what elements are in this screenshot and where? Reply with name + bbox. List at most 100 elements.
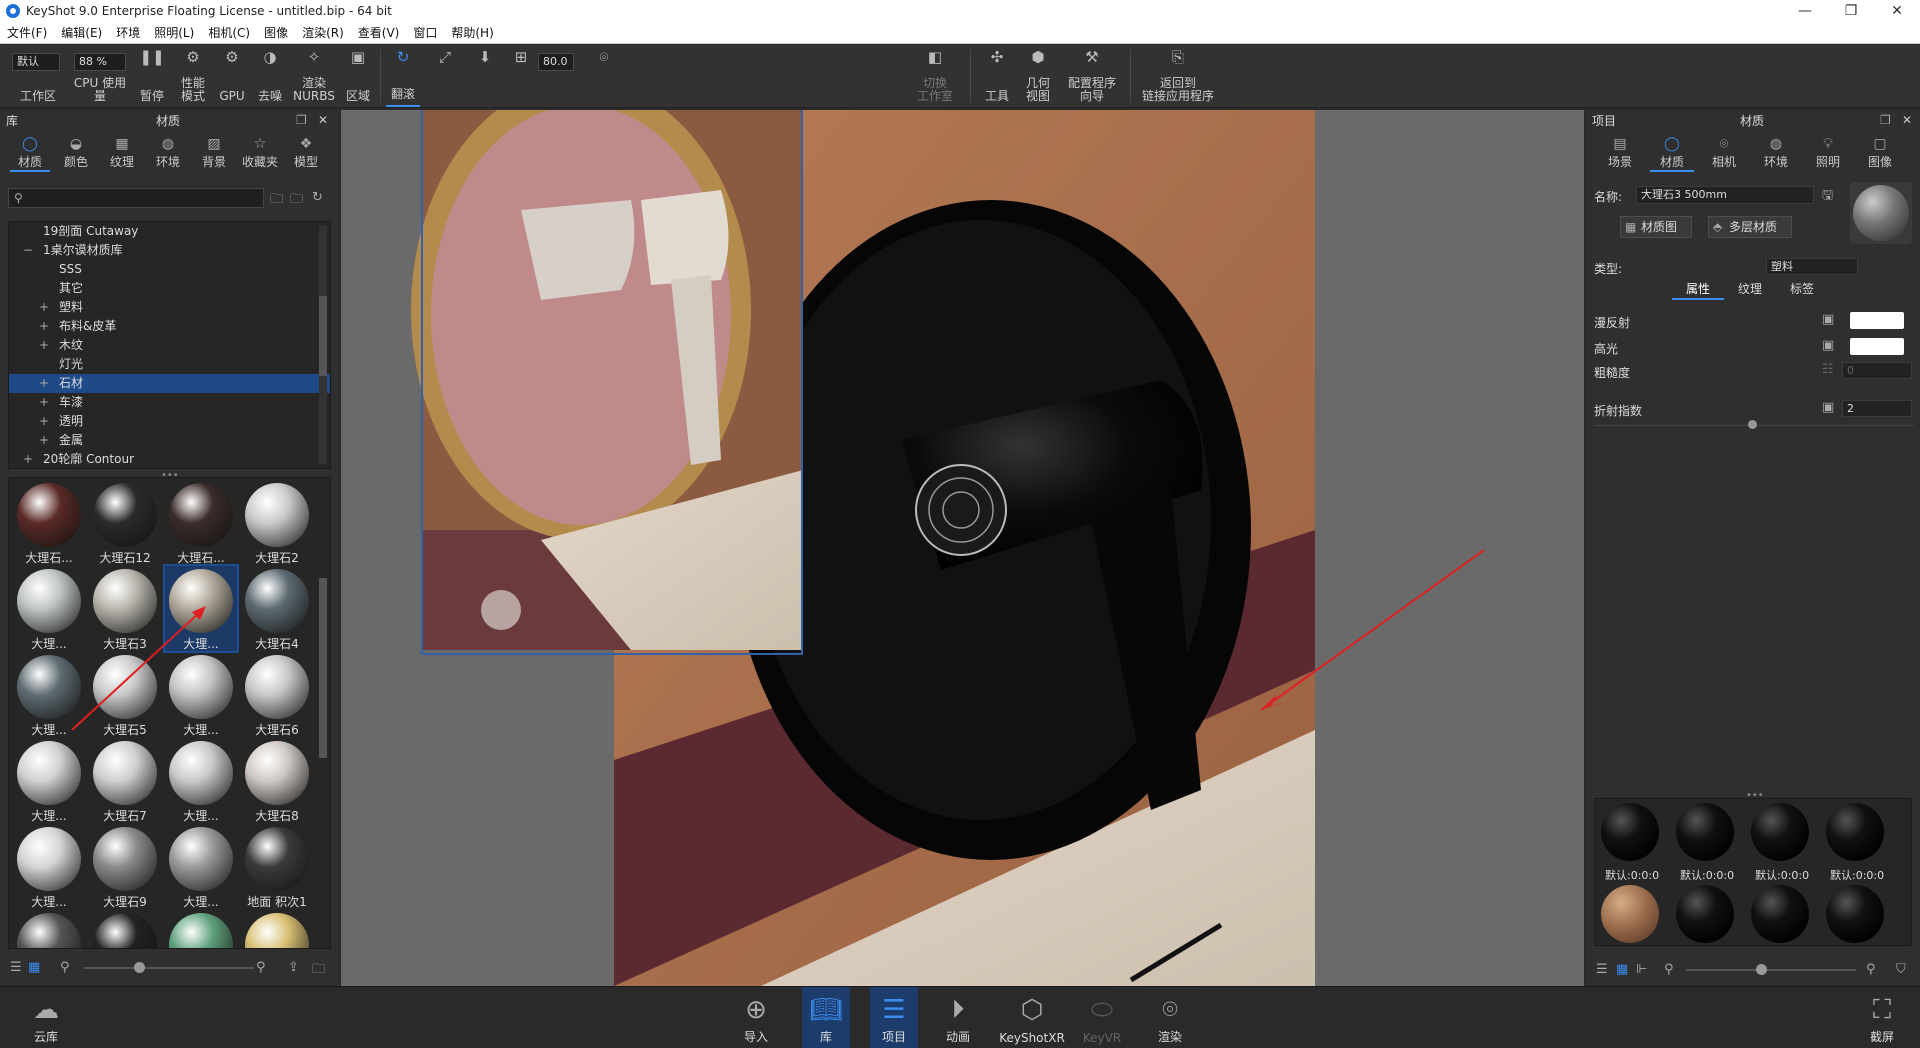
texture-map-icon[interactable]: ▣ bbox=[1822, 338, 1834, 353]
slider-settings-icon[interactable]: ☷ bbox=[1822, 362, 1834, 377]
render-viewport[interactable] bbox=[341, 110, 1584, 986]
tree-item[interactable]: + 布料&皮革 bbox=[9, 317, 330, 336]
material-thumbnail[interactable]: 大理... bbox=[13, 738, 85, 823]
material-thumbnail[interactable] bbox=[89, 910, 161, 948]
tree-item[interactable]: + 木纹 bbox=[9, 336, 330, 355]
material-ball[interactable] bbox=[1751, 885, 1809, 943]
fit-button[interactable]: ⤢ bbox=[428, 45, 462, 107]
gpu-button[interactable]: ⚙ GPU bbox=[216, 45, 248, 107]
dolly-button[interactable]: ⬇ bbox=[468, 45, 502, 107]
tab-camera[interactable]: ⌾ 相机 bbox=[1702, 136, 1746, 172]
render-nurbs-button[interactable]: ✧ 渲染 NURBS bbox=[292, 45, 336, 107]
keyshotxr-button[interactable]: ⬡ KeyShotXR bbox=[999, 987, 1065, 1048]
material-thumbnail[interactable]: 大理石7 bbox=[89, 738, 161, 823]
cpu-usage-button[interactable]: CPU 使用量 bbox=[68, 45, 132, 107]
tree-item[interactable]: +20轮廓 Contour bbox=[9, 450, 330, 468]
render-button[interactable]: ⌾ 渲染 bbox=[1152, 987, 1188, 1048]
menu-window[interactable]: 窗口 bbox=[406, 24, 444, 41]
material-ball[interactable] bbox=[1601, 803, 1659, 861]
add-folder-icon[interactable]: 🗀 bbox=[290, 190, 303, 212]
config-wizard-button[interactable]: ⚒ 配置程序 向导 bbox=[1064, 45, 1120, 107]
pause-button[interactable]: ❚❚ 暂停 bbox=[136, 45, 168, 107]
material-thumbnail[interactable]: 大理石8 bbox=[241, 738, 313, 823]
zoom-out-icon[interactable]: ⚲ bbox=[1664, 962, 1674, 977]
thumbs-scrollbar[interactable] bbox=[319, 578, 327, 758]
material-thumbnail[interactable]: 大理石9 bbox=[89, 824, 161, 909]
screenshot-button[interactable]: ⛶ 截屏 bbox=[1862, 987, 1902, 1048]
performance-mode-button[interactable]: ⚙ 性能 模式 bbox=[176, 45, 210, 107]
import-folder-icon[interactable]: 🗀 bbox=[312, 960, 325, 982]
material-ball[interactable] bbox=[1601, 885, 1659, 943]
list-view-icon[interactable]: ☰ bbox=[10, 960, 22, 975]
menu-edit[interactable]: 编辑(E) bbox=[54, 24, 109, 41]
material-thumbnail[interactable] bbox=[165, 910, 237, 948]
keyvr-button[interactable]: ⬭ KeyVR bbox=[1083, 987, 1121, 1048]
tools-button[interactable]: ✣ 工具 bbox=[980, 45, 1014, 107]
animation-button[interactable]: ⏵ 动画 bbox=[940, 987, 976, 1048]
region-button[interactable]: ▣ 区域 bbox=[342, 45, 374, 107]
tree-item[interactable]: + 塑料 bbox=[9, 298, 330, 317]
material-thumbnail[interactable]: 大理石12 bbox=[89, 480, 161, 565]
fov-icon-button[interactable]: ⊞ bbox=[510, 45, 532, 107]
zoom-in-icon[interactable]: ⚲ bbox=[256, 960, 266, 975]
return-link-button[interactable]: ⎘ 返回到 链接应用程序 bbox=[1140, 45, 1216, 107]
tree-item[interactable]: 其它 bbox=[9, 279, 330, 298]
undock-icon[interactable]: ❐ bbox=[1880, 113, 1891, 127]
diffuse-color-swatch[interactable] bbox=[1850, 312, 1904, 329]
tab-favorites[interactable]: ☆ 收藏夹 bbox=[240, 136, 280, 172]
material-ball[interactable] bbox=[1676, 885, 1734, 943]
menu-camera[interactable]: 相机(C) bbox=[201, 24, 257, 41]
material-thumbnail[interactable]: 大理石4 bbox=[241, 566, 313, 651]
menu-environment[interactable]: 环境 bbox=[109, 24, 147, 41]
project-button[interactable]: ☰ 项目 bbox=[870, 987, 918, 1048]
tab-materials[interactable]: ◯ 材质 bbox=[10, 136, 50, 172]
subtab-labels[interactable]: 标签 bbox=[1776, 280, 1828, 300]
tab-image[interactable]: ▢ 图像 bbox=[1858, 136, 1902, 172]
upload-icon[interactable]: ⇪ bbox=[288, 960, 299, 975]
geometry-view-button[interactable]: ⬢ 几何 视图 bbox=[1020, 45, 1056, 107]
material-thumbnail[interactable]: 大理石6 bbox=[241, 652, 313, 737]
material-thumbnail[interactable]: 大理... bbox=[165, 824, 237, 909]
tree-item[interactable]: + 石材 bbox=[9, 374, 330, 393]
menu-file[interactable]: 文件(F) bbox=[0, 24, 54, 41]
menu-help[interactable]: 帮助(H) bbox=[444, 24, 500, 41]
menu-lighting[interactable]: 照明(L) bbox=[147, 24, 201, 41]
subtab-textures[interactable]: 纹理 bbox=[1724, 280, 1776, 300]
tree-item[interactable]: −1桌尔谟材质库 bbox=[9, 241, 330, 260]
tab-environments[interactable]: ◍ 环境 bbox=[148, 136, 188, 172]
thumb-size-slider[interactable] bbox=[84, 967, 254, 969]
material-thumbnail[interactable] bbox=[13, 910, 85, 948]
refresh-icon[interactable]: ↻ bbox=[312, 190, 323, 205]
tab-backgrounds[interactable]: ▨ 背景 bbox=[194, 136, 234, 172]
material-thumbnail[interactable]: 地面 积次1 bbox=[241, 824, 313, 909]
material-thumbnail[interactable]: 大理石... bbox=[13, 480, 85, 565]
import-button[interactable]: ⊕ 导入 bbox=[738, 987, 774, 1048]
material-name-field[interactable]: 大理石3 500mm bbox=[1636, 186, 1814, 204]
expand-toggle-icon[interactable]: + bbox=[39, 317, 49, 336]
close-panel-icon[interactable]: ✕ bbox=[318, 113, 328, 127]
tree-item[interactable]: + 金属 bbox=[9, 431, 330, 450]
material-ball[interactable] bbox=[1826, 885, 1884, 943]
tree-item[interactable]: 19剖面 Cutaway bbox=[9, 222, 330, 241]
specular-color-swatch[interactable] bbox=[1850, 338, 1904, 355]
material-thumbnail[interactable]: 大理石2 bbox=[241, 480, 313, 565]
list-view-icon[interactable]: ☰ bbox=[1596, 962, 1608, 977]
material-thumbnail[interactable] bbox=[241, 910, 313, 948]
menu-view[interactable]: 查看(V) bbox=[351, 24, 407, 41]
switch-workspace-button[interactable]: ◧ 切换 工作室 bbox=[910, 45, 960, 107]
grid-view-icon[interactable]: ▦ bbox=[28, 960, 40, 975]
close-panel-icon[interactable]: ✕ bbox=[1902, 113, 1912, 127]
ior-slider-handle[interactable] bbox=[1748, 420, 1757, 429]
slider-handle[interactable] bbox=[1756, 964, 1767, 975]
minimize-button[interactable]: — bbox=[1782, 3, 1828, 19]
close-button[interactable]: ✕ bbox=[1874, 3, 1920, 19]
material-ball[interactable] bbox=[1826, 803, 1884, 861]
undock-icon[interactable]: ❐ bbox=[296, 113, 307, 127]
tumble-button[interactable]: ↻ 翻滚 bbox=[386, 45, 420, 107]
tree-scrollbar[interactable] bbox=[319, 226, 327, 464]
fov-field[interactable]: 80.0 bbox=[538, 53, 574, 71]
material-thumbnail[interactable]: 大理... bbox=[165, 738, 237, 823]
zoom-out-icon[interactable]: ⚲ bbox=[60, 960, 70, 975]
tree-item[interactable]: SSS bbox=[9, 260, 330, 279]
slider-handle[interactable] bbox=[134, 962, 145, 973]
